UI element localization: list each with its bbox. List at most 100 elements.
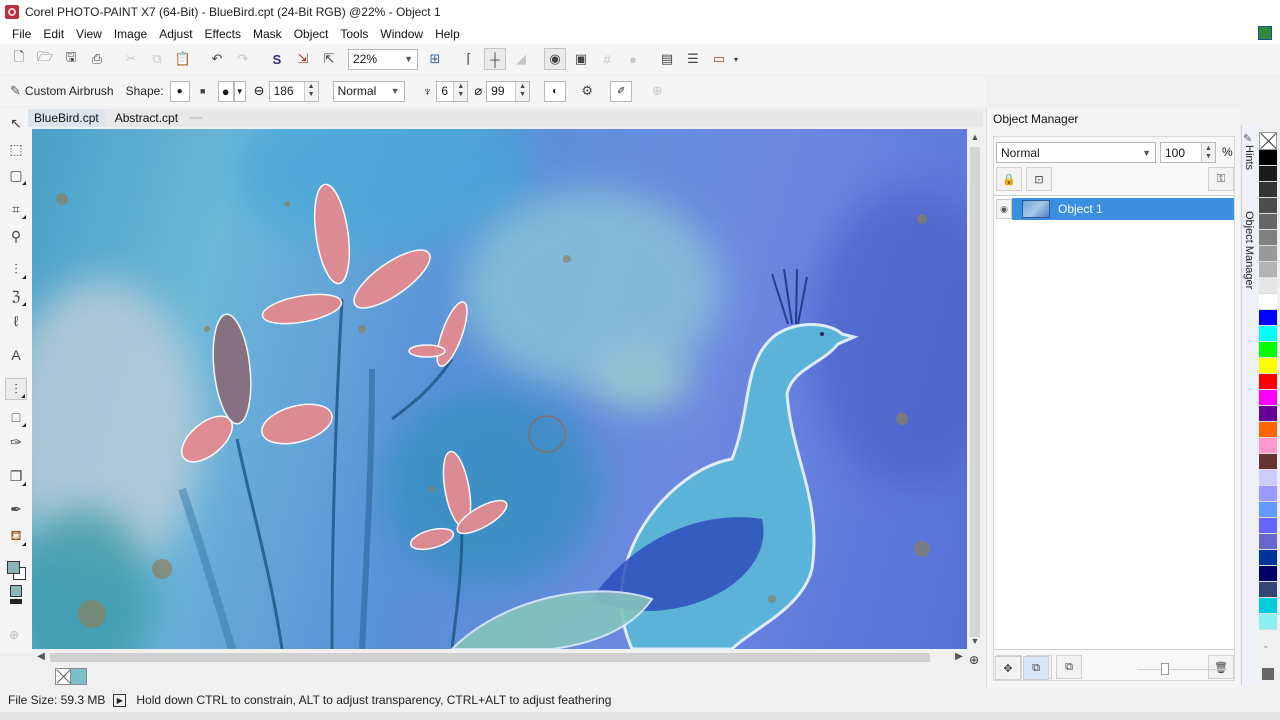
add-tool-icon[interactable]: ⊕ <box>9 628 19 642</box>
palette-swatch[interactable] <box>1259 406 1277 422</box>
scroll-right-icon[interactable]: ▶ <box>952 649 966 665</box>
palette-swatch[interactable] <box>1259 518 1277 534</box>
no-color-swatch[interactable] <box>55 668 71 685</box>
fill-tool-icon[interactable]: ⛾ <box>5 525 27 547</box>
palette-swatch[interactable] <box>1259 374 1277 390</box>
palette-swatch[interactable] <box>1259 470 1277 486</box>
copy-icon[interactable]: ⧉ <box>146 48 168 70</box>
object-row-selected[interactable]: Object 1 <box>1012 198 1234 220</box>
scroll-left-icon[interactable]: ◀ <box>34 649 48 665</box>
palette-swatch[interactable] <box>1259 422 1277 438</box>
mask-transform-tool-icon[interactable]: ⬚ <box>5 138 27 160</box>
import-icon[interactable]: ⇲ <box>292 48 314 70</box>
zoom-navigator-icon[interactable]: ⊕ <box>969 653 979 667</box>
paper-color-swatch[interactable] <box>10 599 22 604</box>
nib-dropdown[interactable]: ▼ <box>233 80 246 102</box>
drop-shadow-tool-icon[interactable]: ❐ <box>5 465 27 487</box>
nib-size-spinner[interactable]: 186 ▲ ▼ <box>268 80 319 102</box>
export-icon[interactable]: ⇱ <box>318 48 340 70</box>
status-flyout-button[interactable]: ▶ <box>113 693 127 707</box>
palette-swatch[interactable] <box>1259 534 1277 550</box>
fill-color-swatch[interactable] <box>10 585 22 597</box>
nib-size-spin-buttons[interactable]: ▲ ▼ <box>303 81 318 101</box>
grid-icon[interactable]: # <box>596 48 618 70</box>
redo-icon[interactable]: ↷ <box>232 48 254 70</box>
open-icon[interactable]: 🗁 <box>34 48 56 70</box>
menu-help[interactable]: Help <box>429 27 466 41</box>
tab-bluebird[interactable]: BlueBird.cpt <box>28 109 105 127</box>
pen-settings-button[interactable]: ✐ <box>610 80 633 102</box>
rectangle-mask-tool-icon[interactable]: ▢ <box>5 164 27 186</box>
crop-tool-icon[interactable]: ⌗ <box>5 198 27 220</box>
horizontal-scrollbar[interactable]: ◀ ▶ <box>32 649 967 665</box>
palette-swatch[interactable] <box>1259 326 1277 342</box>
palette-swatch[interactable] <box>1259 198 1277 214</box>
create-object-from-mask-button[interactable]: ⧉ <box>1056 655 1082 679</box>
zoom-level-combo[interactable]: 22% ▼ <box>348 48 418 70</box>
palette-swatch[interactable] <box>1259 230 1277 246</box>
soft-edge-spinner[interactable]: 99 ▲ ▼ <box>486 80 531 102</box>
menu-adjust[interactable]: Adjust <box>153 27 198 41</box>
object-merge-mode-combo[interactable]: Normal ▼ <box>996 142 1156 163</box>
palette-swatch[interactable] <box>1259 214 1277 230</box>
menu-effects[interactable]: Effects <box>199 27 247 41</box>
opacity-spin-buttons[interactable]: ▲ ▼ <box>1201 143 1215 162</box>
effect-tool-icon[interactable]: ✑ <box>5 431 27 453</box>
show-mask-icon[interactable]: ◉ <box>544 48 566 70</box>
print-icon[interactable]: ⎙ <box>86 48 108 70</box>
full-screen-preview-icon[interactable]: ⊞ <box>424 48 446 70</box>
snap-icon[interactable]: ◢ <box>510 48 532 70</box>
palette-swatch[interactable] <box>1259 390 1277 406</box>
menu-view[interactable]: View <box>70 27 108 41</box>
eyedropper-tool-icon[interactable]: ✒ <box>5 498 27 520</box>
no-color-swatch[interactable] <box>1259 132 1277 150</box>
palette-swatch[interactable] <box>1259 294 1277 310</box>
palette-swatch[interactable] <box>1259 598 1277 614</box>
palette-swatch[interactable] <box>1259 182 1277 198</box>
tab-abstract[interactable]: Abstract.cpt <box>109 109 184 127</box>
orbits-button[interactable]: ◐ <box>544 80 567 102</box>
welcome-screen-icon[interactable]: ▭ <box>708 48 730 70</box>
tab-hints[interactable]: Hints <box>1243 145 1255 170</box>
undo-icon[interactable]: ↶ <box>206 48 228 70</box>
new-icon[interactable]: 🗋 <box>8 48 30 70</box>
brush-type-label[interactable]: Custom Airbrush <box>25 84 114 98</box>
options-icon[interactable]: ☰ <box>682 48 704 70</box>
palette-swatch[interactable] <box>1259 582 1277 598</box>
align-icon[interactable]: ● <box>622 48 644 70</box>
pick-tool-icon[interactable]: ↖ <box>5 112 27 134</box>
foreground-color-swatch[interactable] <box>7 561 20 574</box>
scroll-down-icon[interactable]: ▼ <box>967 633 983 649</box>
application-launcher-icon[interactable]: ▤ <box>656 48 678 70</box>
square-nib-button[interactable]: ■ <box>192 80 214 102</box>
menu-mask[interactable]: Mask <box>247 27 288 41</box>
object-mode-button[interactable]: ⧉ <box>1023 656 1049 680</box>
menu-tools[interactable]: Tools <box>334 27 374 41</box>
menu-file[interactable]: File <box>6 27 37 41</box>
text-tool-icon[interactable]: A <box>5 344 27 366</box>
palette-swatch[interactable] <box>1259 150 1277 166</box>
vertical-scroll-thumb[interactable] <box>970 147 980 637</box>
transparency-spin-buttons[interactable]: ▲ ▼ <box>453 81 468 101</box>
object-properties-button[interactable]: ⚿ <box>1208 167 1234 191</box>
image-canvas[interactable] <box>32 129 967 649</box>
slider-thumb[interactable] <box>1161 663 1169 675</box>
transparency-spinner[interactable]: 6 ▲ ▼ <box>436 80 469 102</box>
show-mask-marquee-icon[interactable]: ▣ <box>570 48 592 70</box>
palette-swatch[interactable] <box>1259 262 1277 278</box>
toolbar-options-dropdown[interactable]: ▾ <box>734 55 738 64</box>
palette-swatch[interactable] <box>1259 502 1277 518</box>
visibility-eye-icon[interactable]: ◉ <box>996 199 1012 219</box>
zoom-tool-icon[interactable]: ⚲ <box>5 225 27 247</box>
nib-selector[interactable]: ● <box>217 80 234 102</box>
smear-tool-icon[interactable]: ℨ <box>5 285 27 307</box>
merge-mode-combo[interactable]: Normal ▼ <box>332 80 405 102</box>
liquid-smear-tool-icon[interactable]: ℓ <box>5 310 27 332</box>
tab-object-manager[interactable]: Object Manager <box>1243 211 1255 289</box>
palette-options-icon[interactable] <box>1262 668 1274 680</box>
transform-object-button[interactable]: ✥ <box>995 656 1021 680</box>
scroll-up-icon[interactable]: ▲ <box>967 129 983 145</box>
palette-swatch[interactable] <box>1259 310 1277 326</box>
palette-swatch[interactable] <box>1259 454 1277 470</box>
palette-swatch[interactable] <box>1259 486 1277 502</box>
